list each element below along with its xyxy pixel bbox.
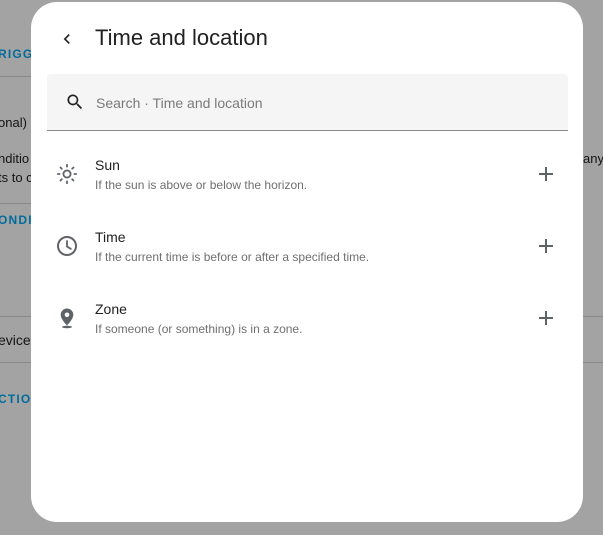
plus-icon[interactable]	[534, 306, 558, 330]
list-item-zone[interactable]: Zone If someone (or something) is in a z…	[31, 282, 583, 354]
item-title: Zone	[95, 301, 127, 317]
list-item-sun[interactable]: Sun If the sun is above or below the hor…	[31, 138, 583, 210]
chevron-left-icon	[57, 29, 77, 49]
item-title: Time	[95, 229, 126, 245]
dialog-title: Time and location	[95, 25, 268, 50]
clock-icon	[55, 234, 79, 258]
item-description: If someone (or something) is in a zone.	[95, 322, 303, 336]
condition-list: Sun If the sun is above or below the hor…	[31, 138, 583, 354]
item-title: Sun	[95, 157, 120, 173]
add-condition-dialog: Time and location Sun If the s	[31, 2, 583, 522]
map-marker-icon	[55, 306, 79, 330]
back-button[interactable]	[51, 23, 83, 55]
list-item-time[interactable]: Time If the current time is before or af…	[31, 210, 583, 282]
search-field[interactable]	[47, 74, 568, 131]
search-icon	[65, 92, 85, 112]
plus-icon[interactable]	[534, 162, 558, 186]
item-description: If the current time is before or after a…	[95, 250, 370, 264]
sun-icon	[55, 162, 79, 186]
item-description: If the sun is above or below the horizon…	[95, 178, 308, 192]
plus-icon[interactable]	[534, 234, 558, 258]
search-input[interactable]	[94, 90, 538, 116]
dialog-header: Time and location	[31, 2, 583, 74]
